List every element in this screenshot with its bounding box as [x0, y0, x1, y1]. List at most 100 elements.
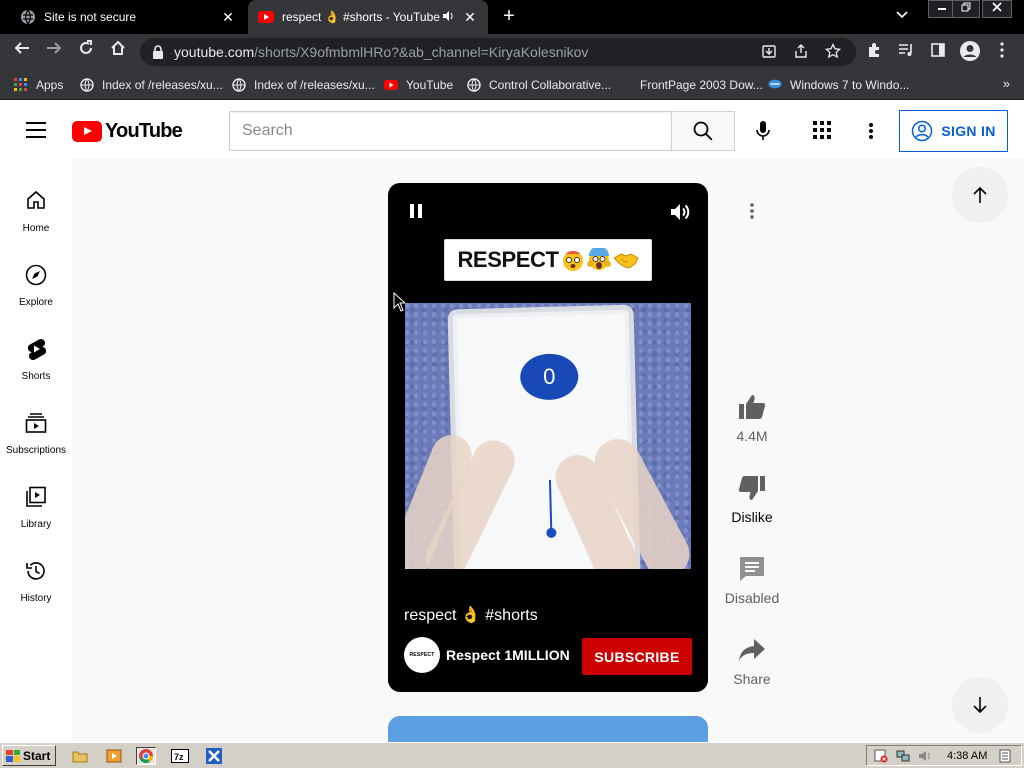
security-alert-icon[interactable]	[873, 748, 889, 764]
guide-label: Shorts	[21, 371, 51, 382]
dislike-button[interactable]: Dislike	[716, 473, 788, 525]
forward-arrow-icon[interactable]	[42, 40, 66, 64]
back-arrow-icon[interactable]	[10, 40, 34, 64]
bookmark-star-icon[interactable]	[824, 42, 842, 61]
youtube-apps-icon[interactable]	[813, 121, 833, 141]
youtube-icon	[384, 78, 398, 92]
share-label: Share	[733, 671, 771, 687]
bookmark-label: Windows 7 to Windo...	[790, 78, 910, 92]
bookmarks-overflow-button[interactable]: »	[1003, 76, 1010, 91]
guide-label: Explore	[19, 297, 53, 308]
sign-in-button[interactable]: SIGN IN	[899, 110, 1008, 152]
bookmark-item[interactable]: Control Collaborative...	[467, 76, 611, 94]
bookmark-youtube[interactable]: YouTube	[384, 76, 453, 94]
install-app-icon[interactable]	[760, 43, 778, 61]
comments-disabled-label: Disabled	[724, 590, 780, 606]
guide-item-library[interactable]: Library	[0, 470, 72, 544]
search-input[interactable]	[230, 112, 671, 150]
url-path: /shorts/X9ofmbmlHRo?&ab_channel=KiryaKol…	[254, 44, 589, 60]
media-control-icon[interactable]	[896, 42, 916, 62]
previous-short-button[interactable]	[952, 167, 1008, 223]
guide-item-history[interactable]: History	[0, 544, 72, 618]
bookmark-item[interactable]: Index of /releases/xu...	[80, 76, 223, 94]
extensions-icon[interactable]	[864, 42, 884, 62]
share-page-icon[interactable]	[792, 43, 810, 61]
tab-close-icon[interactable]: ✕	[460, 9, 480, 26]
audio-playing-icon[interactable]	[442, 10, 454, 25]
microphone-icon	[756, 121, 770, 140]
show-desktop-icon[interactable]	[997, 748, 1013, 764]
bookmark-apps[interactable]: Apps	[14, 76, 63, 94]
channel-avatar[interactable]: RESPECT	[404, 637, 440, 673]
globe-icon	[80, 78, 94, 92]
globe-icon	[232, 78, 246, 92]
reload-icon[interactable]	[74, 40, 98, 64]
comments-button: Disabled	[716, 554, 788, 606]
short-title[interactable]: respect 👌 #shorts	[404, 605, 538, 625]
short-video-player[interactable]: RESPECT 0 respect 👌 #shorts RESPECT Resp…	[388, 183, 708, 692]
guide-item-shorts[interactable]: Shorts	[0, 322, 72, 396]
explorer-icon[interactable]	[70, 747, 90, 765]
volume-tray-icon[interactable]	[917, 748, 933, 764]
share-button[interactable]: Share	[716, 635, 788, 687]
sign-in-label: SIGN IN	[941, 123, 996, 139]
tab-close-icon[interactable]: ✕	[218, 9, 238, 26]
short-more-icon[interactable]	[742, 199, 762, 223]
start-label: Start	[23, 748, 51, 763]
media-player-icon[interactable]	[104, 747, 124, 765]
side-panel-icon[interactable]	[928, 42, 948, 62]
guide-label: History	[20, 593, 52, 604]
start-button[interactable]: Start	[2, 745, 56, 766]
share-icon	[716, 635, 788, 665]
tab-youtube-short[interactable]: respect 👌 #shorts - YouTube ✕	[248, 0, 488, 34]
close-window-button[interactable]	[982, 0, 1012, 18]
next-short-button[interactable]	[952, 677, 1008, 733]
like-button[interactable]: 4.4M	[716, 392, 788, 444]
search-button[interactable]	[671, 111, 735, 151]
bookmark-item[interactable]: FrontPage 2003 Dow...	[618, 76, 763, 94]
chrome-menu-icon[interactable]	[992, 42, 1012, 62]
bookmark-item[interactable]: Index of /releases/xu...	[232, 76, 375, 94]
bookmark-label: Index of /releases/xu...	[254, 78, 375, 92]
taskbar-clock[interactable]: 4:38 AM	[947, 750, 987, 762]
address-bar[interactable]: youtube.com/shorts/X9ofmbmlHRo?&ab_chann…	[140, 38, 856, 66]
bookmark-item[interactable]: Windows 7 to Windo...	[768, 76, 909, 94]
screaming-face-emoji-icon	[586, 248, 611, 272]
arrow-up-icon	[973, 186, 987, 203]
url-text[interactable]: youtube.com/shorts/X9ofmbmlHRo?&ab_chann…	[174, 44, 588, 60]
tab-search-icon[interactable]	[896, 8, 908, 22]
chrome-taskbar-icon[interactable]	[136, 747, 156, 765]
site-info-lock-icon[interactable]	[152, 44, 166, 60]
channel-info[interactable]: RESPECT Respect 1MILLION	[404, 637, 570, 673]
guide-label: Home	[22, 223, 50, 234]
home-icon[interactable]	[106, 40, 130, 64]
windows-icon	[768, 78, 782, 92]
network-icon[interactable]	[895, 748, 911, 764]
settings-more-icon[interactable]	[862, 119, 880, 143]
tab-title: Site is not secure	[44, 10, 137, 24]
comments-icon	[716, 554, 788, 584]
voice-search-button[interactable]	[746, 114, 780, 148]
guide-item-explore[interactable]: Explore	[0, 248, 72, 322]
pause-icon[interactable]	[408, 203, 424, 219]
app-taskbar-icon[interactable]	[204, 747, 224, 765]
subscribe-button[interactable]: SUBSCRIBE	[582, 638, 692, 675]
tab-site-not-secure[interactable]: Site is not secure ✕	[0, 0, 246, 34]
restore-button[interactable]	[952, 0, 980, 18]
channel-name[interactable]: Respect 1MILLION	[446, 647, 570, 663]
search-box	[229, 111, 672, 151]
7zip-icon[interactable]: 7z	[170, 747, 190, 765]
guide-label: Subscriptions	[5, 445, 67, 456]
mouse-cursor-icon	[393, 291, 407, 312]
guide-item-home[interactable]: Home	[0, 174, 72, 248]
mind-blown-emoji-icon	[561, 248, 585, 272]
guide-menu-icon[interactable]	[26, 122, 46, 138]
volume-icon[interactable]	[669, 201, 691, 223]
new-tab-button[interactable]: +	[498, 5, 520, 27]
handshake-emoji-icon	[612, 248, 639, 272]
tab-title: respect 👌 #shorts - YouTube	[282, 10, 440, 24]
profile-avatar-icon[interactable]	[958, 40, 982, 64]
apps-grid-icon	[14, 78, 28, 92]
youtube-logo[interactable]: YouTube	[72, 120, 183, 143]
guide-item-subscriptions[interactable]: Subscriptions	[0, 396, 72, 470]
